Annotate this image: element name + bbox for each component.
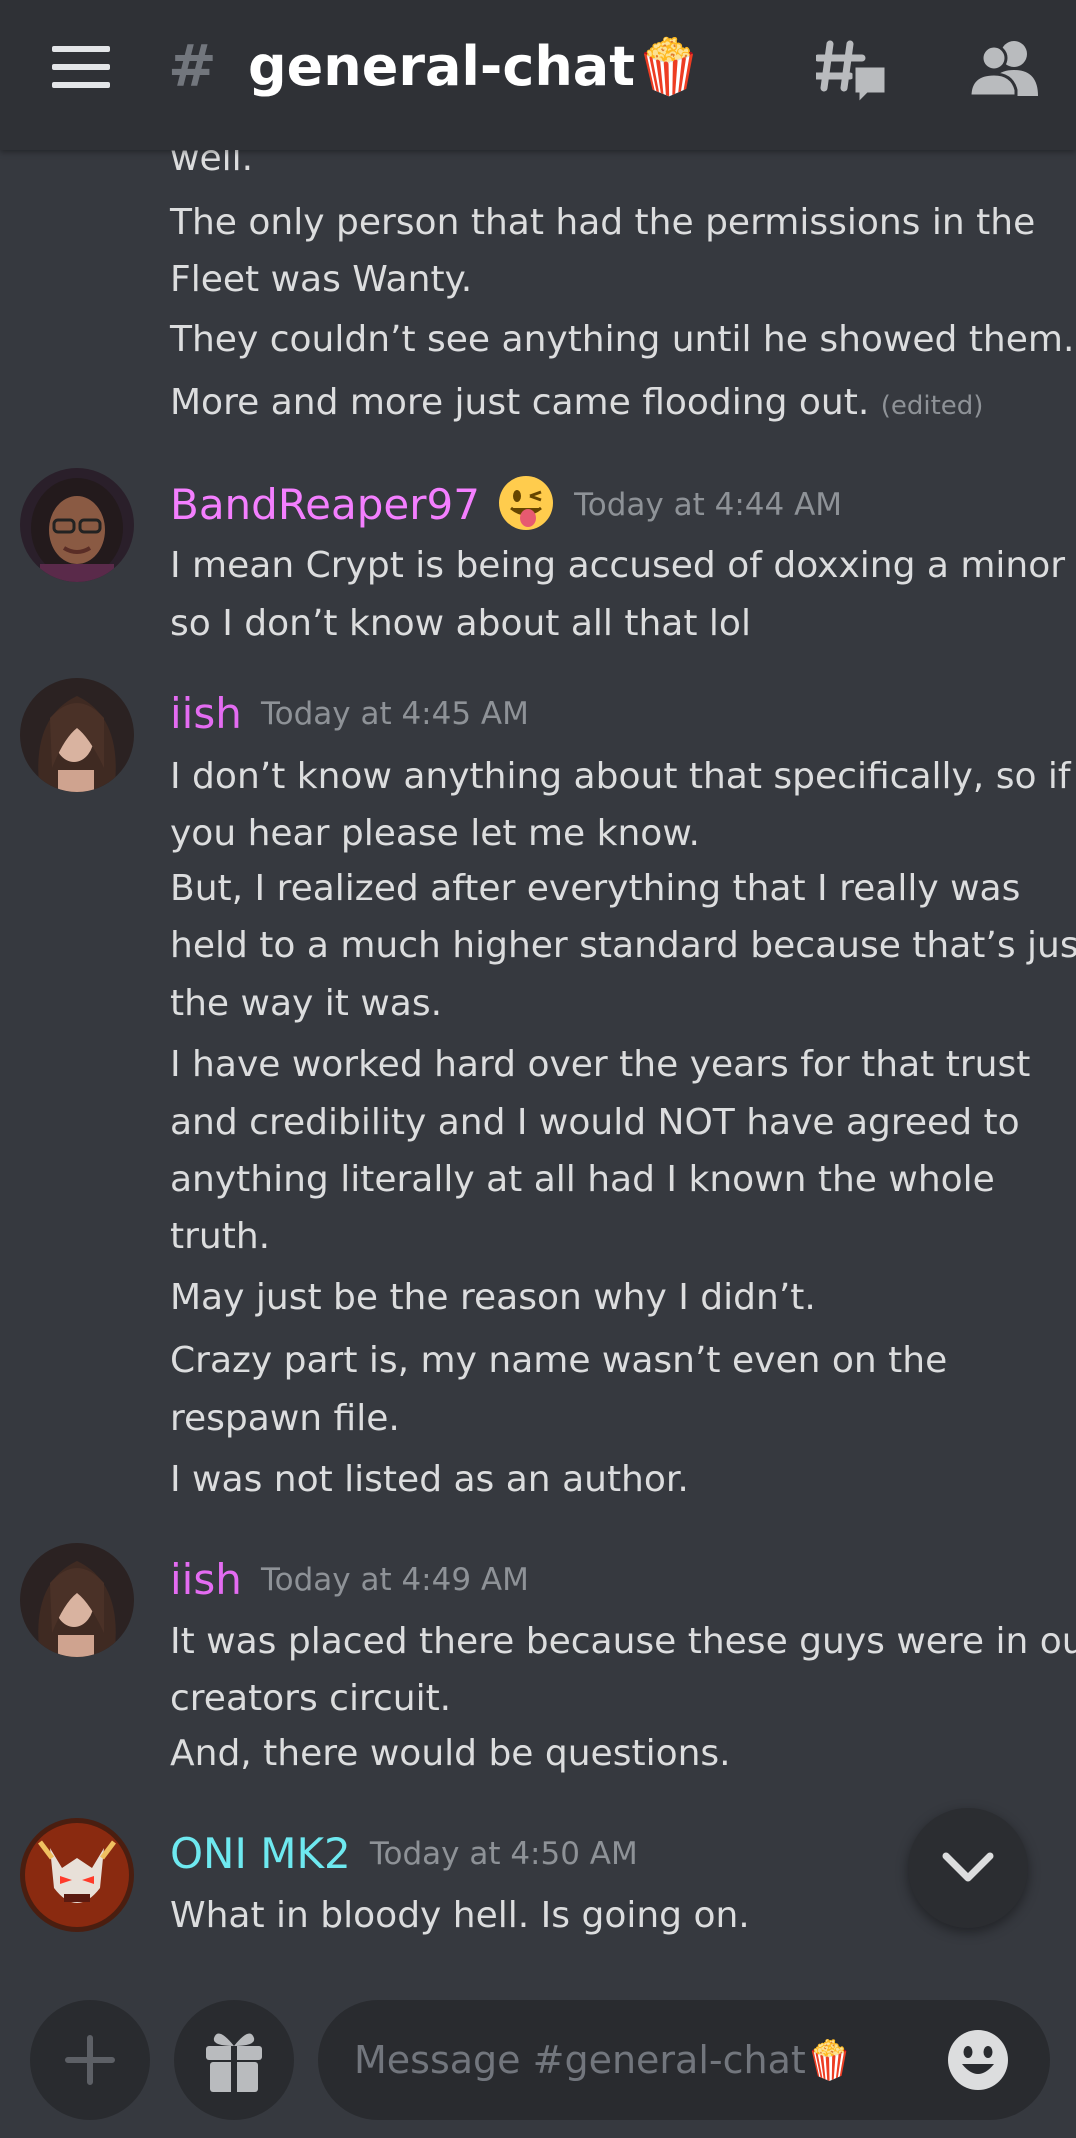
avatar-image [20,678,134,792]
threads-icon[interactable] [812,36,888,108]
username[interactable]: iish [170,1555,242,1604]
username[interactable]: ONI MK2 [170,1829,351,1878]
message-header: iish Today at 4:49 AM [170,1550,529,1610]
message-header: BandReaper97 Today at 4:44 AM [170,474,842,534]
avatar-iish[interactable] [20,1543,134,1657]
message-line: the way it was. [170,983,443,1024]
message-line: The only person that had the permissions… [170,202,1036,243]
message-line: truth. [170,1216,271,1257]
channel-title: general-chat🍿 [248,34,702,100]
message-line: so I don’t know about all that lol [170,603,751,644]
timestamp: Today at 4:50 AM [369,1836,638,1872]
avatar-oni-mk2[interactable] [20,1818,134,1932]
message-line: and credibility and I would NOT have agr… [170,1102,1020,1143]
username[interactable]: iish [170,689,242,738]
message-line: respawn file. [170,1398,400,1439]
plus-icon [65,2035,115,2085]
avatar-image [20,1543,134,1657]
timestamp: Today at 4:45 AM [260,696,529,732]
message-header: iish Today at 4:45 AM [170,684,529,744]
hash-icon: # [168,32,217,100]
message-line: More and more just came flooding out. (e… [170,374,1050,435]
message-input[interactable]: Message #general-chat🍿 [318,2000,1050,2120]
message-line: Fleet was Wanty. [170,259,473,300]
tongue-wink-emoji-icon [497,474,555,536]
gift-icon [206,2033,262,2092]
members-icon[interactable] [968,38,1040,98]
avatar-bandreaper97[interactable] [20,468,134,582]
avatar-image [20,1818,134,1932]
channel-emoji: 🍿 [635,35,703,98]
username[interactable]: BandReaper97 [170,480,480,529]
avatar-image [20,468,134,582]
message-line: held to a much higher standard because t… [170,925,1076,966]
message-line: creators circuit. [170,1678,452,1719]
message-line: I mean Crypt is being accused of doxxing… [170,545,1066,586]
message-input-placeholder: Message #general-chat🍿 [354,2038,854,2082]
message-line: I don’t know anything about that specifi… [170,756,1071,797]
message-text: More and more just came flooding out. [170,382,870,423]
timestamp: Today at 4:49 AM [260,1562,529,1598]
message-line: you hear please let me know. [170,813,700,854]
message-line: It was placed there because these guys w… [170,1621,1076,1662]
channel-header: # general-chat🍿 [0,0,1076,150]
message-line: They couldn’t see anything until he show… [170,319,1075,360]
gift-button[interactable] [174,2000,294,2120]
message-line: Crazy part is, my name wasn’t even on th… [170,1340,948,1381]
channel-name: general-chat [248,35,636,98]
message-composer: Message #general-chat🍿 [0,1978,1076,2138]
message-line: I was not listed as an author. [170,1459,689,1500]
smiley-icon[interactable] [946,2028,1010,2092]
message-header: ONI MK2 Today at 4:50 AM [170,1824,638,1884]
message-line: anything literally at all had I known th… [170,1159,995,1200]
edited-indicator: (edited) [880,391,984,421]
chevron-down-icon [942,1852,994,1882]
jump-to-bottom-button[interactable] [908,1808,1028,1928]
message-line: May just be the reason why I didn’t. [170,1277,816,1318]
add-attachment-button[interactable] [30,2000,150,2120]
message-line: And, there would be questions. [170,1733,731,1774]
timestamp: Today at 4:44 AM [574,487,843,523]
message-line: I have worked hard over the years for th… [170,1044,1031,1085]
hamburger-menu-icon[interactable] [52,46,110,88]
avatar-iish[interactable] [20,678,134,792]
message-line: But, I realized after everything that I … [170,868,1021,909]
